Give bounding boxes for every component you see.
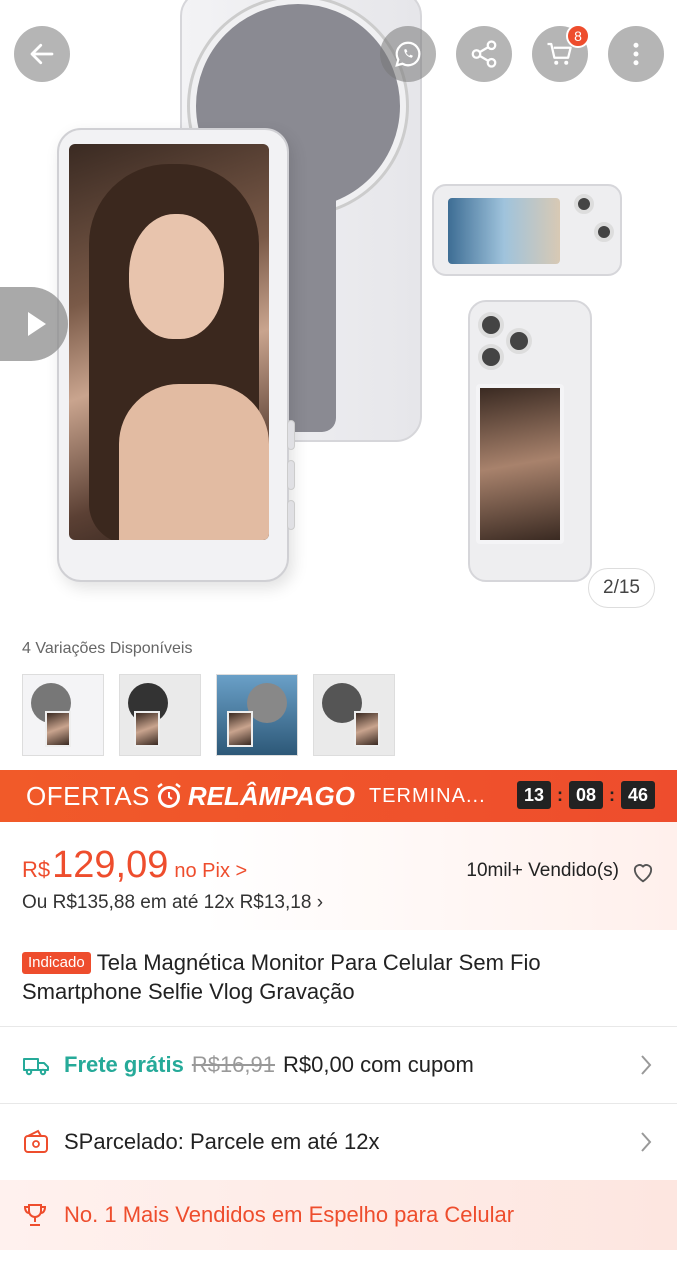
alarm-clock-icon [157,783,181,808]
price-currency: R$ [22,857,51,882]
more-options-button[interactable] [608,26,664,82]
product-title-text: Tela Magnética Monitor Para Celular Sem … [22,950,541,1004]
price-amount: 129,09 [52,844,169,886]
product-detail-image-portrait [468,300,592,582]
flash-sale-label: OFERTAS [26,780,150,811]
wallet-icon [24,1129,48,1153]
recommended-badge: Indicado [22,952,91,974]
whatsapp-share-button[interactable] [380,26,436,82]
cart-button[interactable]: 8 [532,24,590,82]
sold-count: 10mil+ Vendido(s) [466,860,619,881]
share-icon [471,40,497,68]
shipping-row[interactable]: Frete grátis R$16,91 R$0,00 com cupom [0,1027,677,1103]
product-main-device [57,128,295,582]
chevron-right-icon [641,1055,652,1075]
arrow-left-icon [30,43,54,65]
payment-method-link[interactable]: no Pix > [174,860,247,883]
timer-seconds: 46 [621,781,655,809]
shipping-old-price: R$16,91 [191,1052,276,1077]
more-vertical-icon [633,42,639,66]
variations-label: 4 Variações Disponíveis [22,640,193,657]
installment-price-link[interactable]: Ou R$135,88 em até 12x R$13,18 › [22,892,323,914]
free-shipping-label: Frete grátis [64,1052,184,1077]
trophy-icon [23,1204,47,1226]
best-seller-banner[interactable]: No. 1 Mais Vendidos em Espelho para Celu… [0,1180,677,1250]
image-counter: 2/15 [588,568,655,608]
flash-sale-bar[interactable]: OFERTAS RELÂMPAGO TERMINA... 13 : 08 : 4… [0,770,677,822]
cart-count-badge: 8 [566,24,590,48]
timer-hours: 13 [517,781,551,809]
installment-row[interactable]: SParcelado: Parcele em até 12x [0,1104,677,1180]
truck-icon [23,1058,49,1076]
shipping-coupon-text: R$0,00 com cupom [283,1052,474,1077]
installment-text: SParcelado: Parcele em até 12x [64,1129,380,1154]
price-section: R$ 129,09 no Pix > Ou R$135,88 em até 12… [0,822,677,930]
product-detail-image-landscape [432,184,622,276]
variation-thumbnails [22,674,395,756]
best-seller-text: No. 1 Mais Vendidos em Espelho para Celu… [64,1202,515,1227]
timer-minutes: 08 [569,781,603,809]
countdown-timer: 13 : 08 : 46 [517,781,655,809]
play-icon [28,312,46,336]
product-title: Indicado Tela Magnética Monitor Para Celu… [22,948,652,1006]
share-button[interactable] [456,26,512,82]
variation-thumb-gray[interactable] [313,674,395,756]
variation-thumb-scene[interactable] [216,674,298,756]
price-pix[interactable]: R$ 129,09 no Pix > [22,844,247,887]
variation-thumb-white[interactable] [22,674,104,756]
flash-sale-brand: RELÂMPAGO [187,780,355,811]
chevron-right-icon [641,1132,652,1152]
heart-icon[interactable] [629,858,657,886]
variation-thumb-black[interactable] [119,674,201,756]
product-image-gallery[interactable]: 8 2/15 [0,0,677,630]
whatsapp-icon [395,41,421,67]
back-button[interactable] [14,26,70,82]
flash-ends-label: TERMINA... [368,784,486,807]
